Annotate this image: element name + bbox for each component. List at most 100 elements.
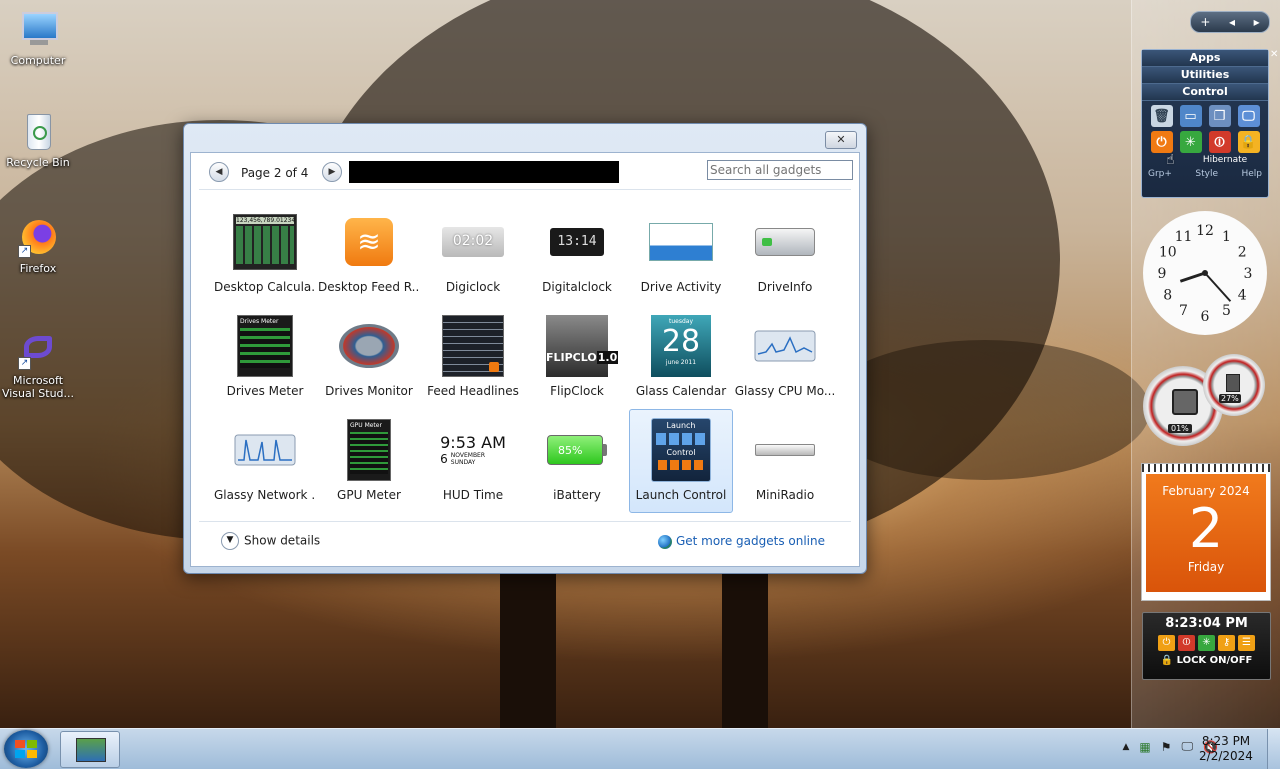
- clock-number: 6: [1201, 309, 1210, 325]
- launch-row-apps[interactable]: Apps: [1142, 50, 1268, 67]
- gadget-tile-drives-monitor[interactable]: Drives Monitor: [317, 305, 421, 409]
- calendar-month: February 2024: [1162, 484, 1250, 498]
- network-status-icon[interactable]: ▦: [1139, 740, 1150, 754]
- gadget-tile-hud-time[interactable]: 9:53 AM 6 NOVEMBER SUNDAY HUD Time: [421, 409, 525, 513]
- show-desktop-button[interactable]: [1267, 729, 1280, 769]
- gadget-tile-ibattery[interactable]: 85% iBattery: [525, 409, 629, 513]
- digiclock-time: 02:02: [442, 227, 504, 257]
- key-icon[interactable]: ⚷: [1218, 635, 1235, 651]
- restart-icon[interactable]: ✳: [1198, 635, 1215, 651]
- hibernate-icon[interactable]: ⏻: [1158, 635, 1175, 651]
- gadget-tile-digitalclock[interactable]: 13:14 Digitalclock: [525, 201, 629, 305]
- gadget-tile-desktop-calculator[interactable]: 123,456,789.01234 Desktop Calcula...: [213, 201, 317, 305]
- calendar-gadget[interactable]: February 2024 2 Friday: [1141, 463, 1271, 601]
- gadget-tile-glass-calendar[interactable]: tuesday 28 june 2011 Glass Calendar: [629, 305, 733, 409]
- get-more-gadgets-link[interactable]: Get more gadgets online: [657, 534, 825, 549]
- mini-clock-time: 8:23:04 PM: [1165, 616, 1248, 631]
- desktop-icon-visual-studio[interactable]: ↗ Microsoft Visual Stud...: [1, 330, 75, 400]
- previous-page-icon[interactable]: ◂: [1229, 15, 1235, 29]
- gadget-tile-desktop-feed-reader[interactable]: ≋ Desktop Feed R...: [317, 201, 421, 305]
- flipclock-version: 1.0: [596, 351, 619, 364]
- firefox-icon: ↗: [18, 218, 58, 258]
- recycle-bin-icon[interactable]: 🗑: [1150, 105, 1173, 127]
- gadget-name: Glassy Network ...: [214, 488, 316, 502]
- ram-meter-gadget[interactable]: 27%: [1203, 354, 1265, 416]
- lock-toggle[interactable]: 🔒 LOCK ON/OFF: [1143, 655, 1270, 666]
- close-icon: ✕: [836, 133, 846, 146]
- gadget-tile-glassy-network[interactable]: Glassy Network ...: [213, 409, 317, 513]
- gadget-tile-driveinfo[interactable]: DriveInfo: [733, 201, 837, 305]
- taskbar-app-gadgets[interactable]: [60, 731, 120, 768]
- gadget-name: Launch Control: [635, 488, 727, 502]
- gadget-close-icon[interactable]: ✕: [1270, 49, 1278, 60]
- launch-row-control[interactable]: Control: [1142, 84, 1268, 101]
- computer-icon: [18, 10, 58, 50]
- gadget-tile-glassy-cpu-monitor[interactable]: Glassy CPU Mo...: [733, 305, 837, 409]
- power-clock-gadget[interactable]: 8:23:04 PM ⏻ ⏼ ✳ ⚷ ☰ 🔒 LOCK ON/OFF: [1142, 612, 1271, 680]
- clock-number: 9: [1158, 266, 1167, 282]
- launch-row-utilities[interactable]: Utilities: [1142, 67, 1268, 84]
- show-details-toggle[interactable]: ▼ Show details: [221, 532, 320, 550]
- gadget-name: Digiclock: [445, 280, 501, 294]
- shutdown-icon[interactable]: ⏼: [1208, 131, 1231, 153]
- launch-footer-style[interactable]: Style: [1195, 169, 1218, 179]
- gadget-name: GPU Meter: [337, 488, 401, 502]
- desktop-icon-computer[interactable]: Computer: [1, 10, 75, 67]
- gadget-name: HUD Time: [442, 488, 504, 502]
- next-page-icon[interactable]: ▸: [1254, 15, 1260, 29]
- clock-number: 7: [1179, 303, 1188, 319]
- gadget-name: Desktop Calcula...: [214, 280, 316, 294]
- show-hidden-icons-icon[interactable]: ▲: [1122, 742, 1129, 752]
- gadget-tile-miniradio[interactable]: MiniRadio: [733, 409, 837, 513]
- shutdown-icon[interactable]: ⏼: [1178, 635, 1195, 651]
- gadget-tile-digiclock[interactable]: 02:02 Digiclock: [421, 201, 525, 305]
- hour-hand: [1179, 271, 1206, 283]
- launch-footer-help[interactable]: Help: [1241, 169, 1262, 179]
- hibernate-icon[interactable]: ⏻: [1150, 131, 1173, 153]
- chevron-left-icon: ◀: [215, 167, 223, 177]
- gadget-tile-flipclock[interactable]: FLIPCLO1.0 FlipClock: [525, 305, 629, 409]
- restart-icon[interactable]: ✳: [1179, 131, 1202, 153]
- shortcut-arrow-icon: ↗: [18, 357, 31, 370]
- next-page-button[interactable]: ▶: [322, 162, 342, 182]
- taskbar-clock[interactable]: 8:23 PM 2/2/2024: [1190, 734, 1262, 764]
- gallery-navbar: ◀ Page 2 of 4 ▶: [199, 159, 853, 183]
- previous-page-button[interactable]: ◀: [209, 162, 229, 182]
- gadget-tile-drives-meter[interactable]: Drives Meter Drives Meter: [213, 305, 317, 409]
- gadget-name: MiniRadio: [755, 488, 815, 502]
- desktop-icon-recycle-bin[interactable]: Recycle Bin: [1, 112, 75, 169]
- computer-icon[interactable]: 🖵: [1237, 105, 1260, 127]
- clock-number: 8: [1163, 288, 1172, 304]
- gallery-client: ◀ Page 2 of 4 ▶ 123,456,789.01234 Deskto…: [190, 152, 860, 567]
- show-desktop-icon[interactable]: ▭: [1179, 105, 1202, 127]
- add-gadget-icon[interactable]: +: [1200, 15, 1210, 29]
- analog-clock-gadget[interactable]: 12 1 2 3 4 5 6 7 8 9 10 11: [1143, 211, 1267, 335]
- gadget-tile-launch-control[interactable]: Launch Control Launch Control: [629, 409, 733, 513]
- gadget-name: Digitalclock: [542, 280, 612, 294]
- gadget-tile-drive-activity[interactable]: Drive Activity: [629, 201, 733, 305]
- logoff-icon[interactable]: ☰: [1238, 635, 1255, 651]
- gadgets-app-icon: [76, 738, 106, 762]
- lock-icon[interactable]: 🔒: [1237, 131, 1260, 153]
- gadget-name: iBattery: [553, 488, 601, 502]
- start-button[interactable]: [4, 730, 48, 768]
- switch-windows-icon[interactable]: ❐: [1208, 105, 1231, 127]
- close-button[interactable]: ✕: [825, 131, 857, 149]
- glass-cal-day: 28: [661, 324, 701, 359]
- glass-cal-month: june 2011: [665, 359, 697, 366]
- action-center-flag-icon[interactable]: ⚑: [1161, 740, 1172, 754]
- gadget-name: Glass Calendar: [635, 384, 727, 398]
- launch-footer-grp[interactable]: Grp+: [1148, 169, 1172, 179]
- drives-meter-thumbnail: Drives Meter: [233, 314, 297, 378]
- desktop-icon-firefox[interactable]: ↗ Firefox: [1, 218, 75, 275]
- chevron-down-icon: ▼: [221, 532, 239, 550]
- hand-cursor-icon: ☝: [1166, 152, 1175, 168]
- search-input[interactable]: [707, 160, 853, 180]
- gadget-name: DriveInfo: [757, 280, 813, 294]
- clock-face: 12 12 3 45678 9 1011: [1158, 223, 1253, 325]
- gadget-tile-gpu-meter[interactable]: GPU Meter GPU Meter: [317, 409, 421, 513]
- clock-number: 12: [1196, 223, 1214, 239]
- gadget-tile-feed-headlines[interactable]: Feed Headlines: [421, 305, 525, 409]
- gadget-name: Drive Activity: [640, 280, 722, 294]
- launch-control-gadget[interactable]: Apps Utilities Control 🗑 ▭ ❐ 🖵 ⏻ ✳ ⏼ 🔒 H…: [1141, 49, 1269, 198]
